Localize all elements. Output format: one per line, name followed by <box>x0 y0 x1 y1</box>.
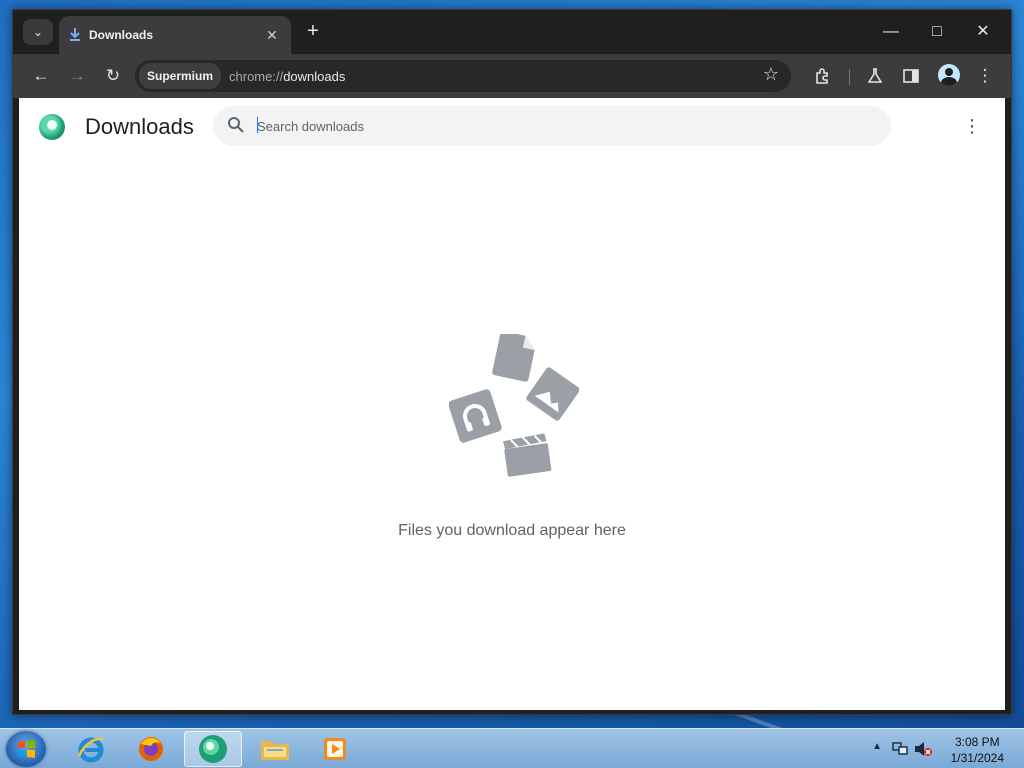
network-icon[interactable] <box>892 741 908 757</box>
browser-window: ⌄ Downloads ✕ + — □ ✕ ← → ↻ Supermium ch… <box>12 9 1012 715</box>
document-icon <box>492 334 535 382</box>
extensions-icon[interactable] <box>809 62 837 90</box>
internet-explorer-icon <box>77 737 104 763</box>
supermium-icon <box>199 735 227 763</box>
firefox-icon <box>139 737 163 761</box>
tab-title: Downloads <box>89 28 154 42</box>
search-icon <box>228 117 244 133</box>
labs-icon[interactable] <box>861 62 889 90</box>
taskbar-file-explorer[interactable] <box>246 731 304 767</box>
clock-time: 3:08 PM <box>954 735 1000 749</box>
empty-state-message: Files you download appear here <box>398 522 626 539</box>
page-title: Downloads <box>85 114 194 139</box>
maximize-icon[interactable]: □ <box>915 18 959 46</box>
star-icon[interactable]: ☆ <box>763 64 779 85</box>
taskbar-supermium[interactable] <box>184 731 242 767</box>
address-bar[interactable]: Supermium chrome://downloads ☆ <box>135 60 791 92</box>
text-caret <box>257 117 258 133</box>
toolbar-divider <box>849 69 850 85</box>
side-panel-icon[interactable] <box>897 62 925 90</box>
download-icon <box>69 27 81 44</box>
tab-search-icon: ⌄ <box>32 25 44 39</box>
windows-start-icon[interactable] <box>6 731 46 767</box>
browser-chip[interactable]: Supermium <box>139 63 222 89</box>
back-icon[interactable]: ← <box>27 62 55 90</box>
taskbar-media-player[interactable] <box>306 731 364 767</box>
supermium-logo <box>39 114 65 140</box>
tab-downloads[interactable]: Downloads ✕ <box>59 16 291 54</box>
url-text[interactable]: chrome://downloads <box>229 69 345 84</box>
media-player-icon <box>324 738 346 760</box>
folder-icon <box>261 741 289 760</box>
menu-icon[interactable]: ⋮ <box>971 62 999 90</box>
minimize-icon[interactable]: — <box>869 18 913 46</box>
more-actions-icon[interactable]: ⋮ <box>963 116 981 136</box>
close-icon[interactable]: ✕ <box>263 27 281 44</box>
close-window-icon[interactable]: ✕ <box>961 18 1005 46</box>
tab-strip: ⌄ Downloads ✕ + — □ ✕ <box>13 10 1011 54</box>
downloads-page: Downloads ⋮ <box>19 98 1005 710</box>
search-box[interactable] <box>213 106 891 146</box>
toolbar: ← → ↻ Supermium chrome://downloads ☆ ⋮ <box>13 54 1011 98</box>
taskbar: ▲ 3:08 PM 1/31/2024 <box>0 728 1024 768</box>
video-icon <box>502 433 552 477</box>
taskbar-firefox[interactable] <box>122 731 180 767</box>
audio-icon <box>449 389 502 443</box>
clock[interactable]: 3:08 PM 1/31/2024 <box>951 734 1004 766</box>
tab-search-button[interactable]: ⌄ <box>23 19 53 45</box>
clock-date: 1/31/2024 <box>950 751 1004 765</box>
empty-downloads-illustration <box>449 334 579 477</box>
reload-icon[interactable]: ↻ <box>99 62 127 90</box>
search-input[interactable] <box>257 116 857 136</box>
taskbar-internet-explorer[interactable] <box>62 731 120 767</box>
forward-icon[interactable]: → <box>63 62 91 90</box>
profile-icon[interactable] <box>938 64 960 86</box>
volume-muted-icon[interactable] <box>914 741 932 757</box>
show-hidden-icons[interactable]: ▲ <box>872 741 882 752</box>
plus-icon[interactable]: + <box>301 20 325 44</box>
image-icon <box>526 367 579 421</box>
